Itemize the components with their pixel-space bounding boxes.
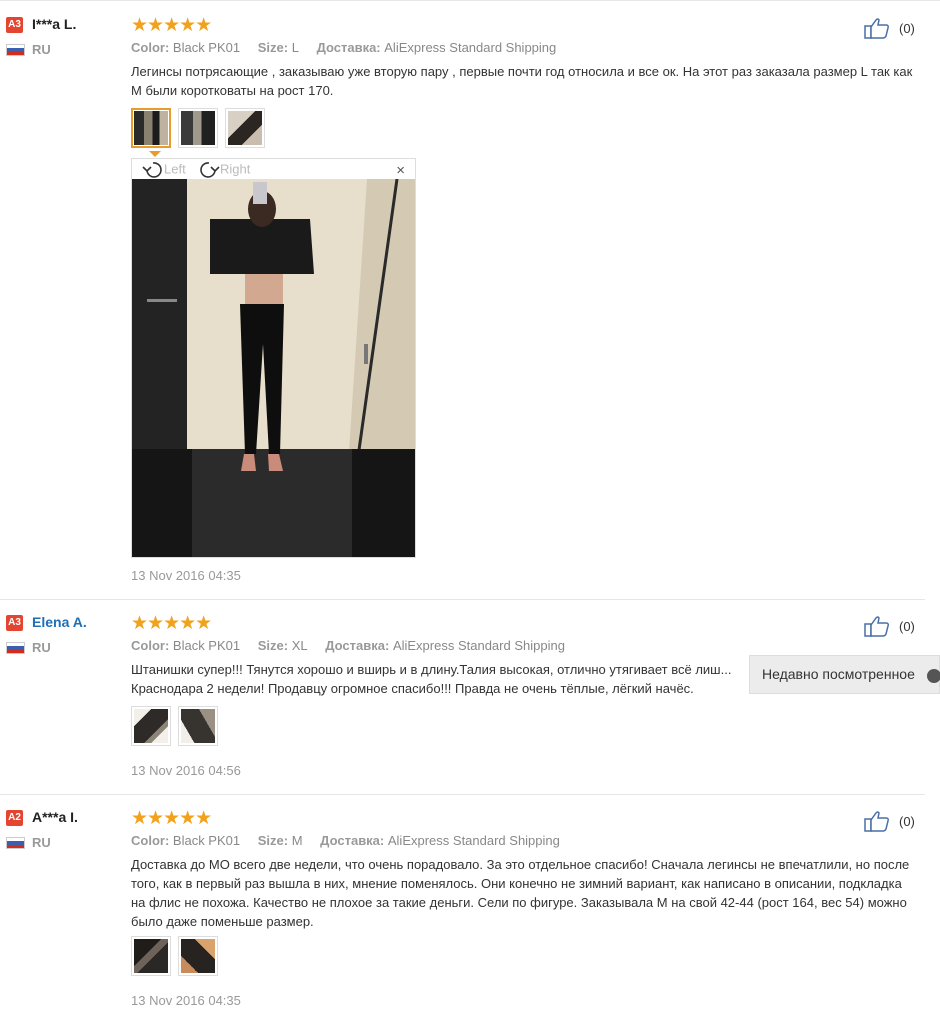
reviewer-country: RU <box>32 42 51 57</box>
review-divider <box>0 794 925 795</box>
review-date: 13 Nov 2016 04:56 <box>131 763 241 778</box>
review-date: 13 Nov 2016 04:35 <box>131 993 241 1008</box>
expand-icon <box>927 669 940 683</box>
reviewer-country: RU <box>32 640 51 655</box>
rotate-right-button[interactable]: Right <box>198 161 250 179</box>
order-info: Color: Black PK01 Size: XL Доставка: Ali… <box>131 638 579 653</box>
star-rating: ★★★★★ <box>131 613 212 634</box>
reviewer-name: A***a I. <box>32 809 78 825</box>
review-text: Штанишки супер!!! Тянутся хорошо и вширь… <box>131 662 732 696</box>
review-divider <box>0 599 925 600</box>
review-photo-thumb[interactable] <box>178 706 218 746</box>
color-label: Color: <box>131 833 170 848</box>
review-date: 13 Nov 2016 04:35 <box>131 568 241 583</box>
recently-viewed-label: Недавно посмотренное <box>762 666 915 682</box>
order-info: Color: Black PK01 Size: M Доставка: AliE… <box>131 833 574 848</box>
helpful-button[interactable]: (0) <box>864 17 924 41</box>
buyer-level-badge: A2 <box>6 810 23 826</box>
shipping-value: AliExpress Standard Shipping <box>392 638 565 653</box>
review-photo-thumb[interactable] <box>178 936 218 976</box>
rotate-left-icon <box>142 162 162 178</box>
shipping-label: Доставка: <box>325 638 390 653</box>
reviewer-country: RU <box>32 835 51 850</box>
color-label: Color: <box>131 638 170 653</box>
helpful-button[interactable]: (0) <box>864 615 924 639</box>
size-label: Size: <box>257 638 289 653</box>
recently-viewed-tab[interactable]: Недавно посмотренное <box>749 655 940 694</box>
review-photo-thumb[interactable] <box>131 108 171 157</box>
review-text: Доставка до МО всего две недели, что оче… <box>131 857 910 929</box>
reviewer-name[interactable]: Elena A. <box>32 614 87 630</box>
shipping-value: AliExpress Standard Shipping <box>387 833 560 848</box>
color-value: Black PK01 <box>172 40 241 55</box>
review-photo-thumb[interactable] <box>178 108 218 148</box>
shipping-label: Доставка: <box>316 40 381 55</box>
close-viewer-button[interactable]: × <box>396 162 405 179</box>
russia-flag-icon <box>6 642 25 654</box>
photo-viewer: Left Right × <box>131 158 416 558</box>
review-photo-thumb[interactable] <box>225 108 265 148</box>
review-photo-thumb[interactable] <box>131 936 171 976</box>
order-info: Color: Black PK01 Size: L Доставка: AliE… <box>131 40 570 55</box>
top-divider <box>0 0 940 1</box>
star-rating: ★★★★★ <box>131 808 212 829</box>
russia-flag-icon <box>6 44 25 56</box>
star-rating: ★★★★★ <box>131 15 212 36</box>
color-value: Black PK01 <box>172 833 241 848</box>
helpful-count: (0) <box>899 814 915 829</box>
size-value: M <box>291 833 303 848</box>
color-label: Color: <box>131 40 170 55</box>
thumbs-up-icon <box>864 616 889 637</box>
active-thumb-caret <box>149 151 161 157</box>
shipping-label: Доставка: <box>320 833 385 848</box>
review-photo-large <box>132 179 415 557</box>
russia-flag-icon <box>6 837 25 849</box>
reviewer-name: I***a L. <box>32 16 77 32</box>
rotate-right-icon <box>200 162 220 178</box>
thumbs-up-icon <box>864 811 889 832</box>
size-label: Size: <box>257 40 289 55</box>
color-value: Black PK01 <box>172 638 241 653</box>
review-text: Легинсы потрясающие , заказываю уже втор… <box>131 64 913 98</box>
size-label: Size: <box>257 833 289 848</box>
helpful-count: (0) <box>899 21 915 36</box>
buyer-level-badge: A3 <box>6 615 23 631</box>
buyer-level-badge: A3 <box>6 17 23 33</box>
review-photo-thumb[interactable] <box>131 706 171 746</box>
helpful-count: (0) <box>899 619 915 634</box>
helpful-button[interactable]: (0) <box>864 810 924 834</box>
size-value: L <box>291 40 299 55</box>
shipping-value: AliExpress Standard Shipping <box>384 40 557 55</box>
size-value: XL <box>291 638 308 653</box>
rotate-left-button[interactable]: Left <box>142 161 186 179</box>
thumbs-up-icon <box>864 18 889 39</box>
